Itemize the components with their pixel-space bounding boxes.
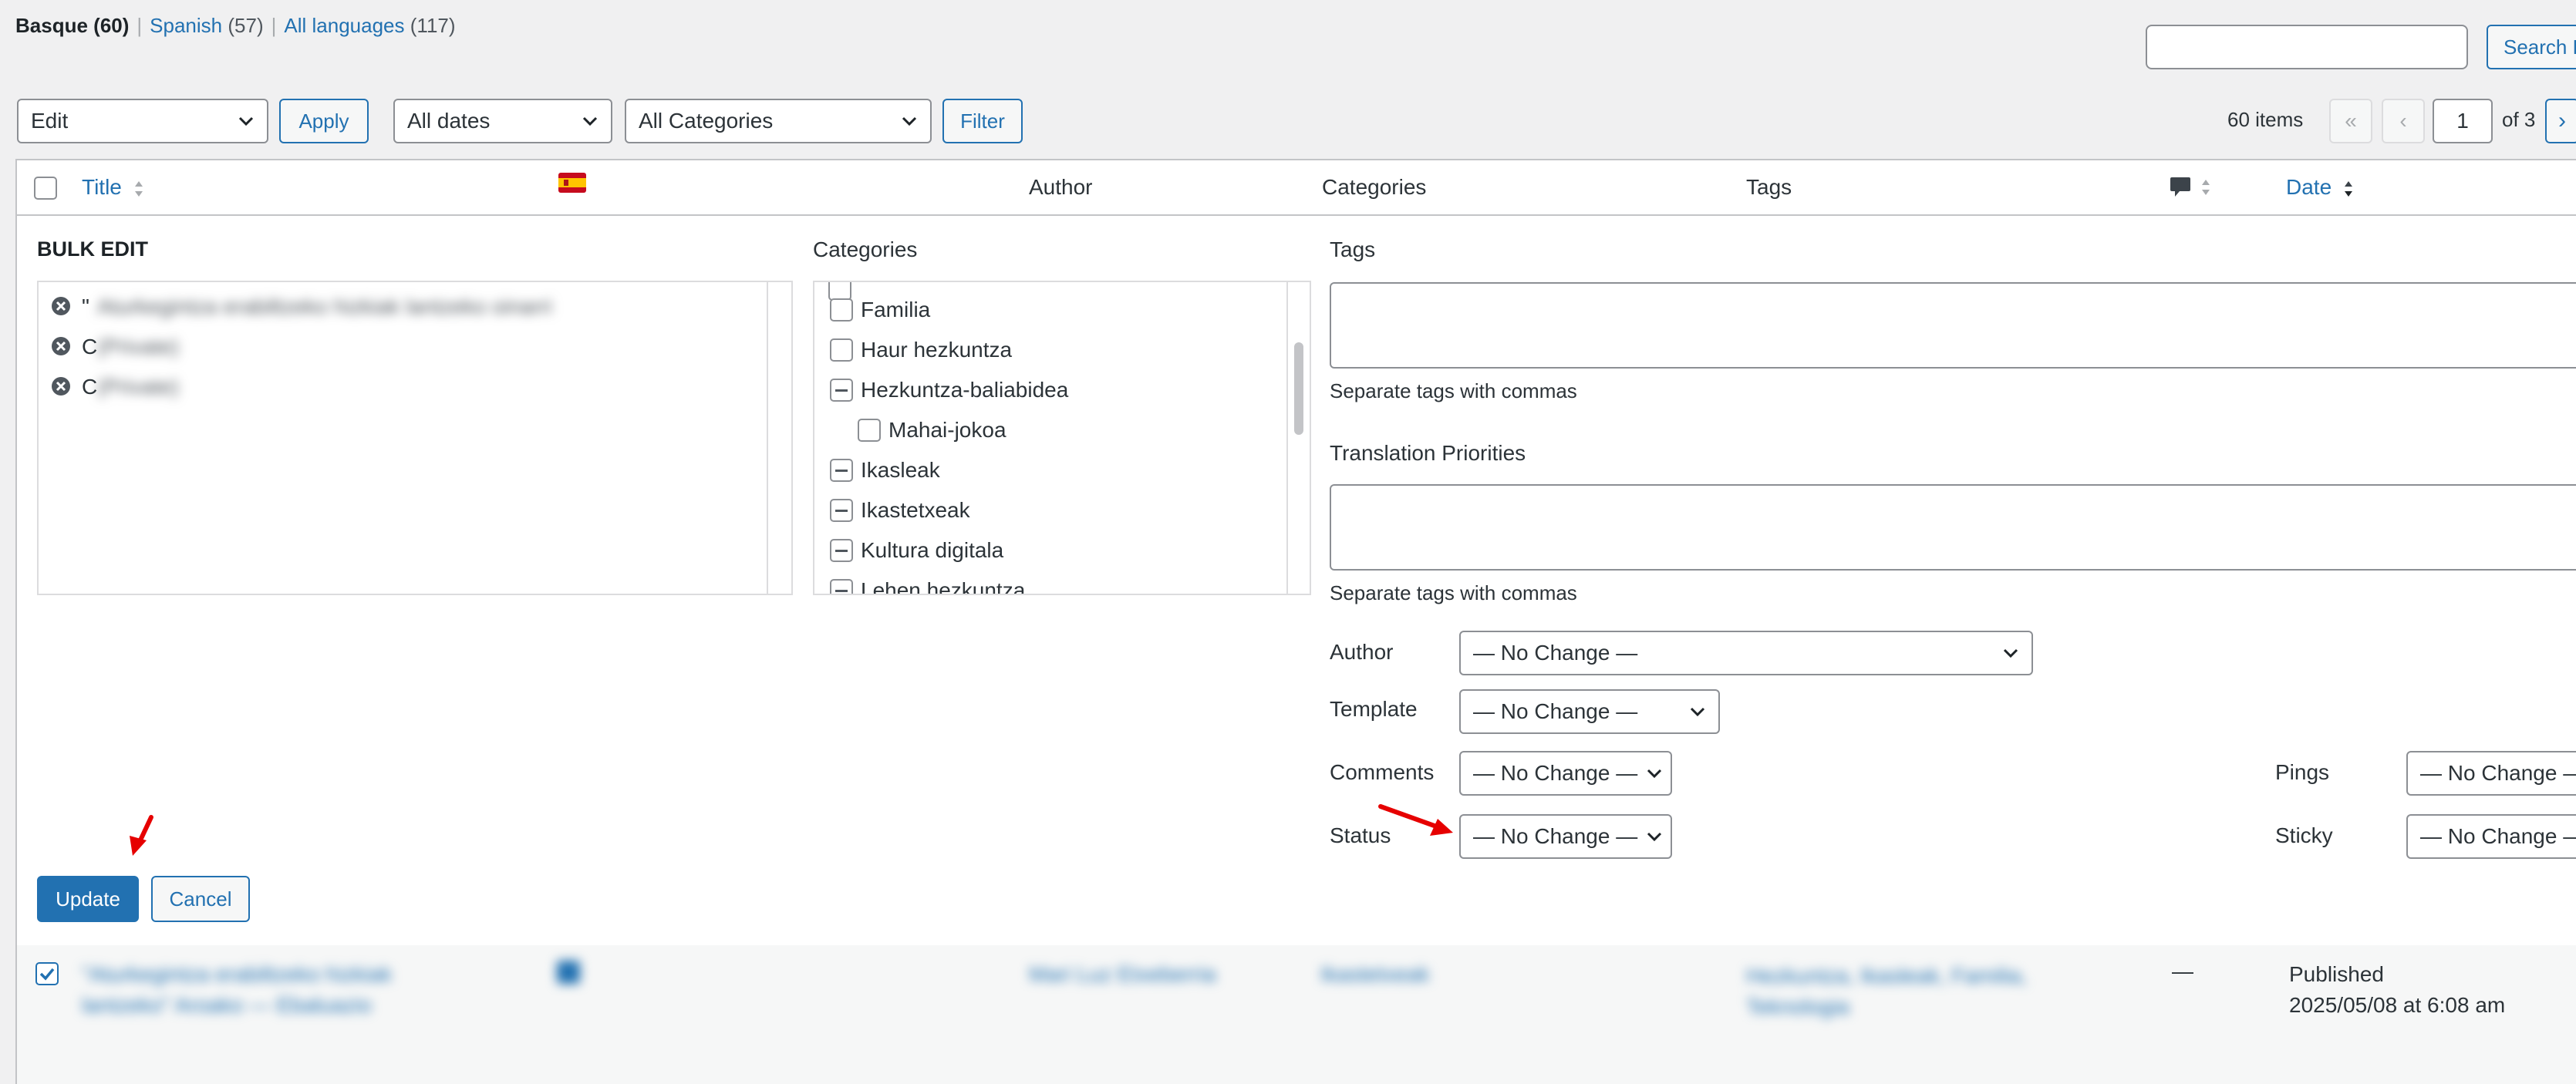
row-date: 2025/05/08 at 6:08 am (2289, 993, 2506, 1017)
category-checkbox-partial[interactable] (830, 539, 853, 562)
categories-checklist: Familia Haur hezkuntza Hezkuntza-baliabi… (813, 281, 1311, 595)
language-filter-links: Basque (60) | Spanish (57) | All languages (… (15, 14, 456, 37)
filter-button[interactable]: Filter (942, 99, 1023, 143)
template-select[interactable]: — No Change — (1459, 689, 1720, 734)
bulk-item-prefix: " (82, 295, 89, 318)
chevron-down-icon (1647, 769, 1662, 779)
lang-basque-current[interactable]: Basque (60) (15, 14, 129, 37)
sticky-select[interactable]: — No Change — (2406, 814, 2576, 859)
tags-label: Tags (1330, 237, 1376, 261)
category-item[interactable]: Haur hezkuntza (830, 338, 1012, 362)
category-item[interactable]: Familia (830, 298, 930, 322)
sort-desc-icon (2344, 180, 2352, 197)
date-column-header[interactable]: Date (2286, 175, 2355, 200)
annotation-arrow-icon (1378, 804, 1453, 836)
row-title-link[interactable]: "Aturkegintza erabiltzeko hizkiak lantze… (82, 959, 467, 1021)
comment-bubble-icon (2170, 177, 2210, 197)
translation-priorities-textarea[interactable] (1330, 484, 2576, 571)
items-count: 60 items (2227, 108, 2304, 131)
chevron-down-icon (1647, 832, 1662, 842)
categories-scrollbar[interactable] (1286, 282, 1310, 594)
next-page-button[interactable]: › (2545, 99, 2576, 143)
row-author[interactable]: Mari Luz Etxeberria (1029, 962, 1216, 987)
bulk-item-prefix: C (82, 375, 98, 399)
author-select[interactable]: — No Change — (1459, 631, 2033, 675)
pings-select[interactable]: — No Change — (2406, 751, 2576, 796)
row-checkbox-checked[interactable] (35, 962, 59, 985)
category-checkbox-partial[interactable] (830, 499, 853, 522)
translation-priorities-label: Translation Priorities (1330, 441, 1526, 465)
category-checkbox-partial[interactable] (830, 459, 853, 482)
tags-column-header: Tags (1746, 175, 1792, 199)
bulk-item-title: Aturkegintza erabiltzeko hizkiak lantzek… (97, 295, 552, 318)
bulk-item-title: (Private) (97, 375, 179, 399)
row-categories[interactable]: Ikastetxeak (1320, 962, 1430, 987)
comments-select[interactable]: — No Change — (1459, 751, 1672, 796)
pings-label: Pings (2275, 760, 2330, 784)
row-status: Published (2289, 962, 2384, 986)
search-input[interactable] (2146, 25, 2468, 69)
lang-spanish-link[interactable]: Spanish (150, 14, 222, 37)
remove-item-icon[interactable] (51, 296, 71, 320)
category-item[interactable]: Ikasleak (830, 458, 940, 483)
category-item[interactable]: Ikastetxeak (830, 498, 970, 523)
remove-item-icon[interactable] (51, 376, 71, 400)
categories-select[interactable]: All Categories (625, 99, 932, 143)
row-tags[interactable]: Hezkuntza, Ikasleak, Familia, Teknologia (1746, 961, 2132, 1022)
update-button[interactable]: Update (37, 876, 139, 922)
tags-textarea[interactable] (1330, 282, 2576, 369)
remove-item-icon[interactable] (51, 336, 71, 360)
dates-select[interactable]: All dates (393, 99, 612, 143)
cancel-button[interactable]: Cancel (151, 876, 250, 922)
pencil-icon[interactable] (557, 961, 580, 984)
template-label: Template (1330, 697, 1418, 721)
author-column-header: Author (1029, 175, 1093, 199)
title-column-header[interactable]: Title (82, 175, 145, 200)
select-all-checkbox[interactable] (34, 177, 57, 200)
apply-button[interactable]: Apply (279, 99, 369, 143)
sticky-label: Sticky (2275, 823, 2333, 847)
status-select[interactable]: — No Change — (1459, 814, 1672, 859)
category-item[interactable]: Hezkuntza-baliabidea (830, 378, 1068, 402)
row-comments: — (2172, 959, 2193, 983)
category-checkbox[interactable] (858, 419, 881, 442)
bulk-edit-heading: BULK EDIT (37, 237, 148, 261)
comments-column-header[interactable] (2169, 176, 2215, 206)
category-item[interactable]: Mahai-jokoa (858, 418, 1006, 443)
prev-page-button[interactable]: ‹ (2382, 99, 2425, 143)
author-label: Author (1330, 640, 1394, 664)
category-checkbox[interactable] (830, 338, 853, 362)
categories-label: Categories (813, 237, 918, 261)
categories-column-header: Categories (1322, 175, 1427, 199)
chevron-down-icon (582, 116, 598, 126)
spanish-flag-icon (558, 173, 586, 193)
bulk-titles-list (37, 281, 793, 595)
lang-all-link[interactable]: All languages (284, 14, 404, 37)
chevron-down-icon (238, 116, 254, 126)
translation-priorities-hint: Separate tags with commas (1330, 581, 1577, 604)
category-item[interactable]: Lehen hezkuntza (830, 578, 1025, 594)
scrollbar-thumb[interactable] (1294, 342, 1303, 435)
search-button[interactable]: Search P (2487, 25, 2576, 69)
category-checkbox-partial[interactable] (830, 379, 853, 402)
sort-icon (134, 180, 143, 197)
comments-label: Comments (1330, 760, 1435, 784)
chevron-down-icon (1690, 707, 1705, 717)
chevron-down-icon (2003, 648, 2018, 658)
bulk-action-select[interactable]: Edit (17, 99, 268, 143)
category-checkbox[interactable] (830, 298, 853, 321)
bulk-item-title: (Private) (97, 335, 179, 359)
first-page-button[interactable]: « (2329, 99, 2372, 143)
annotation-arrow-icon (130, 815, 153, 856)
chevron-down-icon (902, 116, 917, 126)
category-item[interactable]: Kultura digitala (830, 538, 1003, 563)
checkmark-icon (39, 968, 55, 981)
current-page-input[interactable]: 1 (2433, 99, 2493, 143)
bulk-item-prefix: C (82, 335, 98, 359)
total-pages: of 3 (2502, 108, 2536, 131)
table-header-divider (15, 214, 2576, 216)
titles-scrollbar[interactable] (767, 282, 791, 594)
category-checkbox-partial[interactable] (830, 579, 853, 594)
tags-hint: Separate tags with commas (1330, 379, 1577, 402)
